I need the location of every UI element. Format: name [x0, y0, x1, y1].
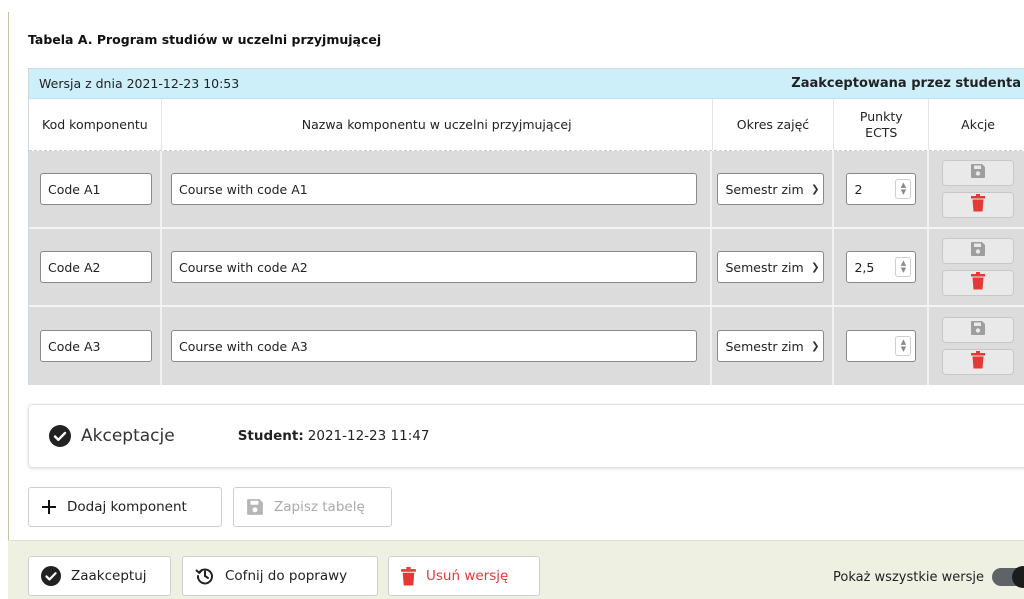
component-code-input[interactable]: Code A1: [40, 173, 152, 205]
ects-input[interactable]: 2,5 ▲ ▼: [846, 251, 917, 283]
components-table: Wersja z dnia 2021-12-23 10:53 Zaakcepto…: [28, 68, 1024, 385]
accept-label: Zaakceptuj: [71, 568, 147, 584]
version-date: Wersja z dnia 2021-12-23 10:53: [39, 76, 240, 91]
show-all-versions-toggle[interactable]: [991, 566, 1024, 588]
check-circle-icon: [41, 566, 61, 586]
period-select-value: Semestr zim: [725, 338, 804, 354]
component-name-input[interactable]: Course with code A3: [171, 330, 697, 362]
trash-icon: [401, 566, 416, 586]
check-circle-icon: [49, 425, 71, 447]
header-ects: Punkty ECTS: [834, 99, 930, 150]
ects-value: 2,5: [854, 259, 875, 275]
add-component-button[interactable]: Dodaj komponent: [28, 487, 222, 527]
header-ects-line1: Punkty: [859, 108, 903, 124]
trash-icon: [971, 194, 986, 216]
student-acceptance-date: 2021-12-23 11:47: [307, 428, 430, 444]
save-row-button[interactable]: [942, 238, 1015, 264]
floppy-disk-icon: [246, 498, 264, 516]
show-all-versions-label: Pokaż wszystkie wersje: [833, 569, 984, 585]
show-all-versions: Pokaż wszystkie wersje: [833, 566, 1024, 588]
revert-label: Cofnij do poprawy: [225, 568, 348, 584]
chevron-down-icon: ❯: [811, 261, 820, 273]
number-spinner-icon[interactable]: ▲ ▼: [895, 336, 912, 356]
revert-button[interactable]: Cofnij do poprawy: [182, 556, 378, 596]
period-select[interactable]: Semestr zim ❯: [717, 173, 825, 205]
floppy-disk-icon: [970, 320, 986, 340]
plus-icon: [41, 499, 57, 515]
component-name-input[interactable]: Course with code A2: [171, 251, 697, 283]
table-row: Code A2 Course with code A2 Semestr zim …: [29, 229, 1024, 307]
period-select-value: Semestr zim: [725, 259, 804, 275]
toggle-knob: [1011, 566, 1024, 588]
save-table-label: Zapisz tabelę: [274, 499, 365, 515]
delete-row-button[interactable]: [942, 349, 1015, 375]
number-spinner-icon[interactable]: ▲ ▼: [895, 179, 912, 199]
ects-value: 2: [854, 181, 863, 197]
student-acceptance: Student: 2021-12-23 11:47: [238, 428, 430, 444]
section-title: Tabela A. Program studiów w uczelni przy…: [28, 32, 382, 47]
left-rule: [8, 12, 9, 599]
header-ects-line2: ECTS: [865, 124, 898, 140]
component-code-input[interactable]: Code A2: [40, 251, 152, 283]
version-status: Zaakceptowana przez studenta: [791, 76, 1021, 91]
ects-input[interactable]: ▲ ▼: [846, 330, 917, 362]
floppy-disk-icon: [970, 241, 986, 261]
history-icon: [195, 566, 215, 586]
delete-row-button[interactable]: [942, 192, 1015, 218]
chevron-down-icon: ❯: [811, 183, 820, 195]
acceptance-panel: Akceptacje Student: 2021-12-23 11:47: [28, 404, 1024, 468]
table-row: Code A1 Course with code A1 Semestr zim …: [29, 151, 1024, 229]
delete-version-label: Usuń wersję: [426, 568, 509, 584]
trash-icon: [971, 272, 986, 294]
period-select-value: Semestr zim: [725, 181, 804, 197]
save-table-button[interactable]: Zapisz tabelę: [233, 487, 392, 527]
header-period: Okres zajęć: [713, 99, 835, 150]
header-name: Nazwa komponentu w uczelni przyjmującej: [162, 99, 713, 150]
period-select[interactable]: Semestr zim ❯: [717, 330, 825, 362]
component-code-input[interactable]: Code A3: [40, 330, 152, 362]
version-bar: Wersja z dnia 2021-12-23 10:53 Zaakcepto…: [29, 69, 1024, 99]
number-spinner-icon[interactable]: ▲ ▼: [895, 257, 912, 277]
acceptance-title: Akceptacje: [81, 426, 175, 446]
chevron-down-icon: ❯: [811, 340, 820, 352]
delete-version-button[interactable]: Usuń wersję: [388, 556, 540, 596]
add-component-label: Dodaj komponent: [67, 499, 187, 515]
student-label: Student:: [237, 428, 304, 444]
period-select[interactable]: Semestr zim ❯: [717, 251, 825, 283]
header-actions: Akcje: [961, 116, 995, 132]
ects-input[interactable]: 2 ▲ ▼: [846, 173, 917, 205]
header-code: Kod komponentu: [29, 99, 162, 150]
save-row-button[interactable]: [942, 160, 1015, 186]
trash-icon: [971, 351, 986, 373]
delete-row-button[interactable]: [942, 270, 1015, 296]
floppy-disk-icon: [970, 163, 986, 183]
table-header: Kod komponentu Nazwa komponentu w uczeln…: [29, 99, 1024, 151]
component-name-input[interactable]: Course with code A1: [171, 173, 697, 205]
table-row: Code A3 Course with code A3 Semestr zim …: [29, 307, 1024, 385]
save-row-button[interactable]: [942, 317, 1015, 343]
accept-button[interactable]: Zaakceptuj: [28, 556, 171, 596]
